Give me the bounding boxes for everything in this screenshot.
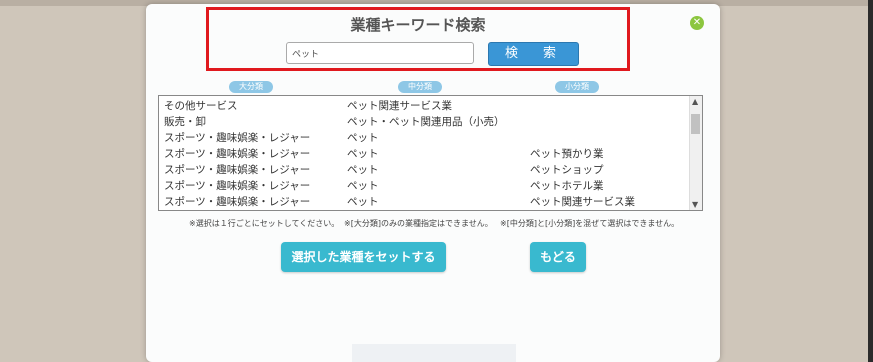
- scrollbar-thumb[interactable]: [691, 114, 700, 134]
- list-item[interactable]: スポーツ・趣味娯楽・レジャー ペット ペットホテル業: [159, 177, 689, 193]
- middle-category: ペット: [347, 164, 379, 176]
- note-one-row: ※選択は１行ごとにセットしてください。: [189, 219, 340, 228]
- minor-category: ペット関連サービス業: [530, 196, 635, 208]
- minor-category: ペット預かり業: [530, 148, 604, 160]
- back-button[interactable]: もどる: [530, 242, 586, 272]
- industry-result-list[interactable]: その他サービス ペット関連サービス業 販売・卸 ペット・ペット関連用品（小売） …: [158, 95, 703, 211]
- middle-category: ペット関連サービス業: [347, 100, 452, 112]
- list-item[interactable]: スポーツ・趣味娯楽・レジャー ペット: [159, 129, 689, 145]
- column-header-minor: 小分類: [555, 81, 599, 93]
- list-item[interactable]: スポーツ・趣味娯楽・レジャー ペット ペット預かり業: [159, 145, 689, 161]
- middle-category: ペット: [347, 180, 379, 192]
- list-item[interactable]: スポーツ・趣味娯楽・レジャー ペット ペットショップ: [159, 161, 689, 177]
- minor-category: ペットホテル業: [530, 180, 604, 192]
- major-category: スポーツ・趣味娯楽・レジャー: [164, 132, 311, 144]
- middle-category: ペット: [347, 132, 379, 144]
- list-item[interactable]: スポーツ・趣味娯楽・レジャー ペット ペット関連サービス業: [159, 193, 689, 209]
- scroll-down-icon[interactable]: ▼: [692, 200, 698, 209]
- column-header-major: 大分類: [229, 81, 273, 93]
- middle-category: ペット: [347, 196, 379, 208]
- major-category: 販売・卸: [164, 116, 206, 128]
- major-category: スポーツ・趣味娯楽・レジャー: [164, 196, 311, 208]
- note-no-mix: ※[中分類]と[小分類]を混ぜて選択はできません。: [500, 219, 680, 228]
- scroll-up-icon[interactable]: ▲: [692, 97, 698, 106]
- major-category: スポーツ・趣味娯楽・レジャー: [164, 164, 311, 176]
- list-scrollbar[interactable]: ▲ ▼: [689, 96, 702, 210]
- search-button[interactable]: 検 索: [488, 42, 579, 66]
- middle-category: ペット: [347, 148, 379, 160]
- middle-category: ペット・ペット関連用品（小売）: [347, 116, 505, 128]
- list-item[interactable]: 販売・卸 ペット・ペット関連用品（小売）: [159, 113, 689, 129]
- column-header-middle: 中分類: [398, 81, 442, 93]
- major-category: スポーツ・趣味娯楽・レジャー: [164, 148, 311, 160]
- note-major-only: ※[大分類]のみの業種指定はできません。: [344, 219, 493, 228]
- keyword-search-input[interactable]: [286, 42, 474, 64]
- list-item[interactable]: その他サービス ペット関連サービス業: [159, 97, 689, 113]
- background-ghost: [352, 344, 516, 362]
- minor-category: ペットショップ: [530, 164, 604, 176]
- major-category: スポーツ・趣味娯楽・レジャー: [164, 180, 311, 192]
- close-icon[interactable]: ✕: [690, 16, 704, 30]
- background-edge: [868, 0, 873, 362]
- major-category: その他サービス: [164, 100, 238, 112]
- set-selected-industry-button[interactable]: 選択した業種をセットする: [281, 242, 446, 272]
- dialog-title: 業種キーワード検索: [350, 16, 486, 34]
